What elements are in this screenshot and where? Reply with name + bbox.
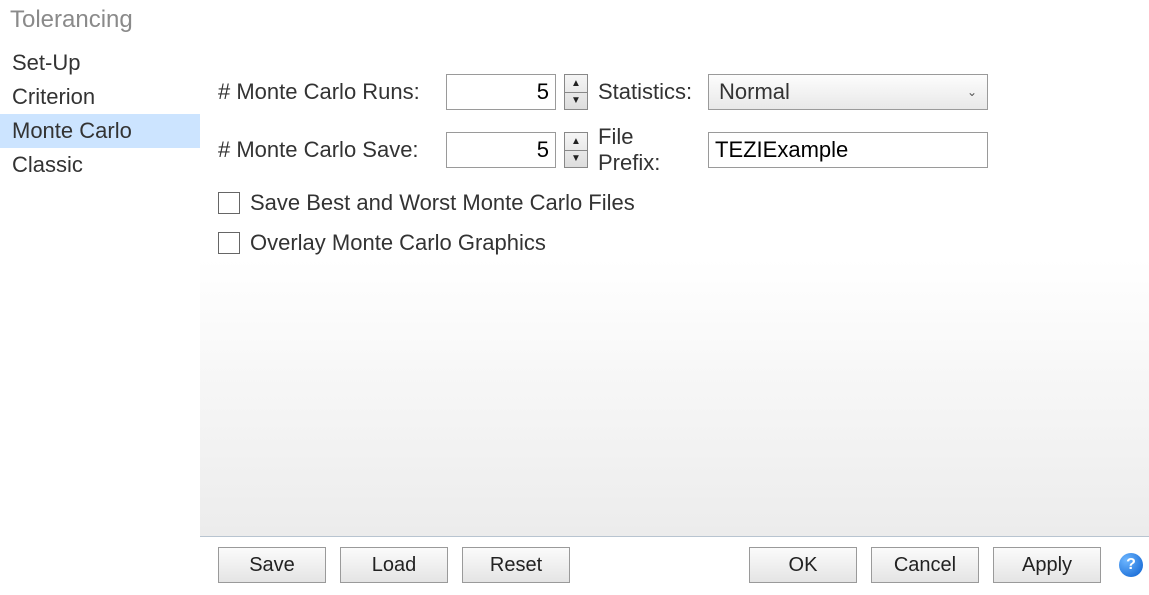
question-icon: ? [1126, 556, 1136, 574]
save-count-input[interactable] [446, 132, 556, 168]
overlay-graphics-label: Overlay Monte Carlo Graphics [250, 230, 546, 256]
save-spin-down[interactable]: ▼ [565, 151, 587, 168]
statistics-select[interactable]: Normal ⌄ [708, 74, 988, 110]
load-button[interactable]: Load [340, 547, 448, 583]
sidebar-item-label: Set-Up [12, 50, 80, 75]
save-spin-up[interactable]: ▲ [565, 133, 587, 151]
button-label: Cancel [894, 554, 956, 577]
sidebar-item-criterion[interactable]: Criterion [0, 80, 200, 114]
dialog-title: Tolerancing [0, 0, 1149, 42]
save-count-label: # Monte Carlo Save: [218, 137, 436, 163]
apply-button[interactable]: Apply [993, 547, 1101, 583]
sidebar-item-label: Classic [12, 152, 83, 177]
button-bar: Save Load Reset OK Cancel Apply ? [200, 536, 1149, 595]
sidebar-item-label: Criterion [12, 84, 95, 109]
overlay-graphics-checkbox[interactable] [218, 232, 240, 254]
button-label: Load [372, 554, 417, 577]
chevron-down-icon: ▼ [571, 153, 581, 164]
sidebar-item-setup[interactable]: Set-Up [0, 46, 200, 80]
ok-button[interactable]: OK [749, 547, 857, 583]
chevron-up-icon: ▲ [571, 136, 581, 147]
help-icon[interactable]: ? [1119, 553, 1143, 577]
runs-spin-up[interactable]: ▲ [565, 75, 587, 93]
sidebar: Set-Up Criterion Monte Carlo Classic [0, 42, 200, 595]
button-label: Reset [490, 554, 542, 577]
chevron-up-icon: ▲ [571, 78, 581, 89]
button-label: Save [249, 554, 295, 577]
runs-spin-down[interactable]: ▼ [565, 93, 587, 110]
save-spinner: ▲ ▼ [564, 132, 588, 168]
form-panel: # Monte Carlo Runs: ▲ ▼ Statistics: Norm… [200, 74, 1149, 536]
chevron-down-icon: ⌄ [967, 85, 977, 99]
statistics-value: Normal [719, 79, 790, 105]
sidebar-item-label: Monte Carlo [12, 118, 132, 143]
cancel-button[interactable]: Cancel [871, 547, 979, 583]
runs-label: # Monte Carlo Runs: [218, 79, 436, 105]
save-best-worst-label: Save Best and Worst Monte Carlo Files [250, 190, 635, 216]
statistics-label: Statistics: [598, 79, 698, 105]
file-prefix-input[interactable] [708, 132, 988, 168]
save-best-worst-checkbox[interactable] [218, 192, 240, 214]
runs-input[interactable] [446, 74, 556, 110]
reset-button[interactable]: Reset [462, 547, 570, 583]
sidebar-item-monte-carlo[interactable]: Monte Carlo [0, 114, 200, 148]
sidebar-item-classic[interactable]: Classic [0, 148, 200, 182]
chevron-down-icon: ▼ [571, 95, 581, 106]
button-label: OK [789, 554, 818, 577]
file-prefix-label: File Prefix: [598, 124, 698, 176]
save-button[interactable]: Save [218, 547, 326, 583]
runs-spinner: ▲ ▼ [564, 74, 588, 110]
button-label: Apply [1022, 554, 1072, 577]
